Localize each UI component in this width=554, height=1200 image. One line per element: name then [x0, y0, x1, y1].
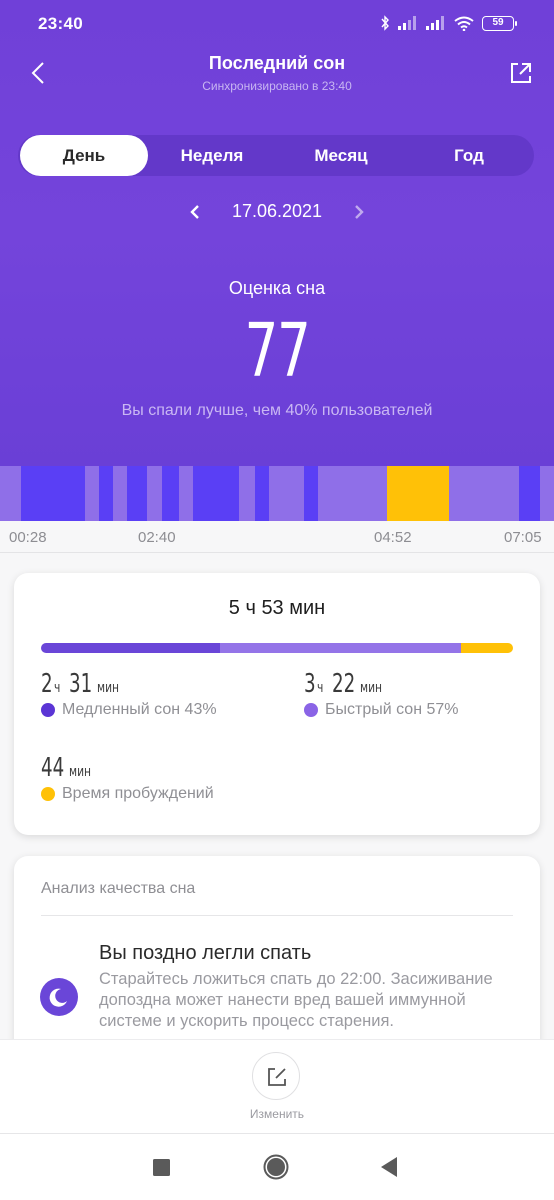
bar-awake-segment	[461, 643, 513, 653]
timeline-segment-deep	[127, 466, 147, 521]
score-comparison: Вы спали лучше, чем 40% пользователей	[121, 402, 433, 419]
sync-status: Синхронизировано в 23:40	[202, 79, 352, 93]
divider	[41, 915, 513, 916]
home-icon[interactable]	[263, 1154, 289, 1185]
timeline-segment-light	[318, 466, 387, 521]
stage-proportion-bar	[41, 643, 513, 653]
tab-week[interactable]: Неделя	[148, 135, 276, 176]
light-m-unit: мин	[359, 680, 382, 696]
awake-legend-dot	[41, 787, 55, 801]
signal-icon	[426, 16, 446, 30]
awake-stat: 44 мин Время пробуждений	[41, 753, 214, 803]
timeline-segment-deep	[255, 466, 269, 521]
tab-month[interactable]: Месяц	[276, 135, 406, 176]
recents-icon[interactable]	[153, 1159, 170, 1181]
timeline-segment-deep	[304, 466, 318, 521]
light-sleep-stat: 3 ч 22 мин Быстрый сон 57%	[304, 669, 459, 719]
analysis-heading: Вы поздно легли спать	[99, 942, 312, 964]
next-date-button[interactable]	[350, 202, 368, 222]
deep-hours: 2	[41, 669, 53, 699]
deep-minutes: 31	[68, 669, 92, 699]
timeline-segment-deep	[193, 466, 239, 521]
app-header: Последний сон Синхронизировано в 23:40	[0, 50, 554, 100]
edit-icon	[268, 1068, 286, 1086]
tick-label: 02:40	[138, 529, 176, 546]
chevron-right-icon	[355, 205, 364, 219]
timeline-segment-light	[239, 466, 255, 521]
light-hours: 3	[304, 669, 316, 699]
sleep-analysis-card: Анализ качества сна Вы поздно легли спат…	[14, 856, 540, 1056]
share-button[interactable]	[508, 60, 534, 86]
timeline-segment-deep	[519, 466, 540, 521]
timeline-axis: 00:28 02:40 04:52 07:05	[0, 521, 554, 553]
timeline-segment-light	[449, 466, 519, 521]
score-label: Оценка сна	[228, 278, 326, 298]
edit-label: Изменить	[249, 1107, 305, 1121]
status-bar: 23:40 59	[0, 0, 554, 50]
sleep-score: 77	[244, 308, 311, 394]
edit-button[interactable]	[252, 1052, 300, 1100]
date-navigator: 17.06.2021	[0, 196, 554, 228]
analysis-title: Анализ качества сна	[41, 880, 196, 897]
wifi-icon	[454, 16, 474, 31]
moon-icon	[40, 978, 78, 1016]
light-minutes: 22	[331, 669, 355, 699]
timeline-segment-deep	[99, 466, 113, 521]
sleep-summary-card[interactable]: 5 ч 53 мин 2 ч 31 мин Медленный сон 43% …	[14, 573, 540, 835]
deep-sleep-label: Медленный сон 43%	[62, 701, 217, 718]
tick-label: 00:28	[9, 529, 47, 546]
battery-icon: 59	[482, 15, 517, 31]
share-icon	[511, 63, 531, 83]
system-nav-bar	[0, 1134, 554, 1200]
sleep-stage-timeline[interactable]	[0, 466, 554, 521]
awake-minutes: 44	[41, 753, 65, 783]
bluetooth-icon	[380, 15, 390, 31]
deep-h-unit: ч	[54, 680, 61, 696]
deep-m-unit: мин	[96, 680, 119, 696]
bar-light-segment	[220, 643, 462, 653]
tick-label: 07:05	[504, 529, 542, 546]
timeline-segment-light	[113, 466, 127, 521]
back-icon[interactable]	[381, 1157, 397, 1182]
timeline-segment-light	[85, 466, 99, 521]
light-sleep-label: Быстрый сон 57%	[325, 701, 459, 718]
awake-label: Время пробуждений	[62, 785, 214, 802]
analysis-body: Старайтесь ложиться спать до 22:00. Заси…	[99, 970, 493, 1030]
deep-sleep-stat: 2 ч 31 мин Медленный сон 43%	[41, 669, 217, 719]
awake-m-unit: мин	[69, 764, 92, 780]
timeline-segment-light	[179, 466, 193, 521]
bar-deep-segment	[41, 643, 221, 653]
timeline-segment-deep	[21, 466, 85, 521]
bottom-action-panel: Изменить	[0, 1039, 554, 1134]
tab-year[interactable]: Год	[406, 135, 532, 176]
page-title: Последний сон	[208, 53, 346, 73]
timeline-segment-light	[540, 466, 554, 521]
current-date: 17.06.2021	[231, 201, 323, 221]
light-legend-dot	[304, 703, 318, 717]
timeline-segment-awake	[387, 466, 449, 521]
light-h-unit: ч	[317, 680, 324, 696]
timeline-segment-light	[0, 466, 21, 521]
status-time: 23:40	[38, 14, 83, 33]
signal-icon	[398, 16, 418, 30]
total-sleep-duration: 5 ч 53 мин	[228, 597, 326, 619]
timeline-segment-deep	[162, 466, 179, 521]
deep-legend-dot	[41, 703, 55, 717]
tick-label: 04:52	[374, 529, 412, 546]
tab-day[interactable]: День	[20, 135, 148, 176]
period-tabs: День Неделя Месяц Год	[18, 135, 534, 176]
timeline-segment-light	[269, 466, 304, 521]
timeline-segment-light	[147, 466, 162, 521]
